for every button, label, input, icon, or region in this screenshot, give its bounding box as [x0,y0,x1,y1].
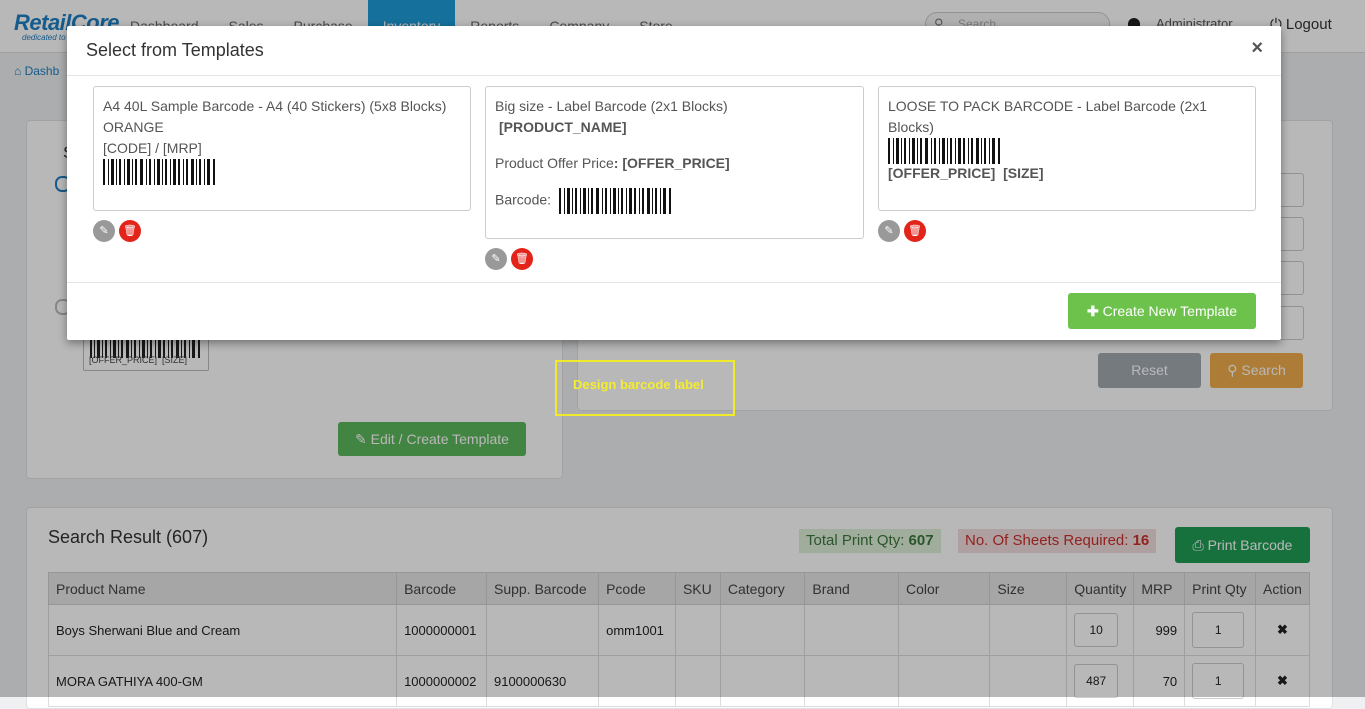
trash-icon: 🗑 [908,225,922,237]
create-new-template-label: Create New Template [1102,303,1237,319]
delete-template-3-button[interactable]: 🗑 [904,220,926,242]
template-2-product-row: [PRODUCT_NAME] [495,117,854,138]
template-card-1[interactable]: A4 40L Sample Barcode - A4 (40 Stickers)… [93,86,471,211]
pencil-icon: ✎ [491,253,501,265]
template-2-barcode-row: Barcode: [495,188,854,214]
edit-template-3-button[interactable]: ✎ [878,220,900,242]
barcode-graphic [558,188,671,214]
template-2-barcode-label: Barcode: [495,191,552,208]
create-new-template-button[interactable]: ✚ Create New Template [1068,293,1256,329]
template-1-title: A4 40L Sample Barcode - A4 (40 Stickers)… [103,98,447,114]
template-1-line2: [CODE] / [MRP] [103,140,202,156]
pencil-icon: ✎ [99,225,109,237]
pencil-icon: ✎ [884,225,894,237]
edit-template-1-button[interactable]: ✎ [93,220,115,242]
template-3-title: LOOSE TO PACK BARCODE - Label Barcode (2… [888,98,1208,135]
plus-icon: ✚ [1087,303,1099,319]
trash-icon: 🗑 [515,253,529,265]
template-2-product: [PRODUCT_NAME] [499,119,627,135]
modal-title: Select from Templates [86,40,264,60]
template-3-line: [OFFER_PRICE] [SIZE] [888,165,1044,181]
delete-template-1-button[interactable]: 🗑 [119,220,141,242]
template-2-title: Big size - Label Barcode (2x1 Blocks) [495,98,728,114]
template-2-offer-value: : [OFFER_PRICE] [613,155,730,171]
template-3-line-row: [OFFER_PRICE] [SIZE] [888,164,1246,182]
close-icon[interactable]: × [1251,37,1263,60]
template-2-offer-row: Product Offer Price: [OFFER_PRICE] [495,153,854,174]
trash-icon: 🗑 [123,225,137,237]
delete-template-2-button[interactable]: 🗑 [511,248,533,270]
barcode-graphic [103,159,215,185]
template-1-line1: ORANGE [103,119,164,135]
edit-template-2-button[interactable]: ✎ [485,248,507,270]
barcode-graphic [888,138,1000,164]
select-template-modal: Select from Templates × A4 40L Sample Ba… [67,26,1281,340]
template-2-offer-label: Product Offer Price [495,155,614,171]
template-card-3[interactable]: LOOSE TO PACK BARCODE - Label Barcode (2… [878,86,1256,211]
modal-header: Select from Templates × [67,26,1281,76]
tutorial-callout: Design barcode label [555,360,735,416]
template-card-2[interactable]: Big size - Label Barcode (2x1 Blocks) [P… [485,86,864,239]
tutorial-callout-text: Design barcode label [573,377,704,392]
modal-footer: ✚ Create New Template [67,282,1281,341]
